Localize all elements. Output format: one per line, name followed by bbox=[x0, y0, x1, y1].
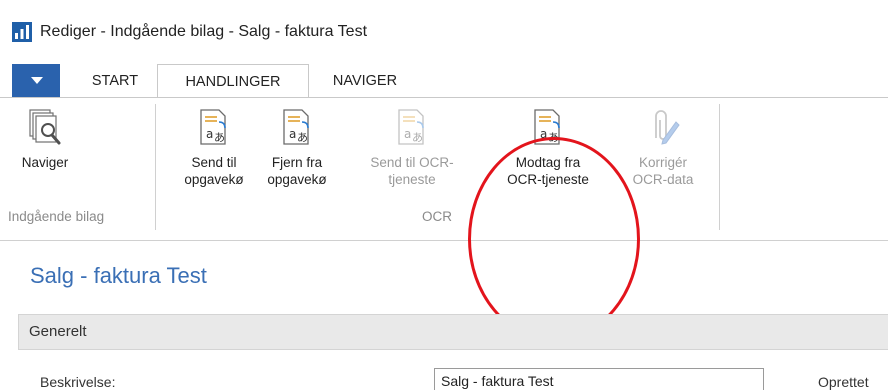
annotation-circle bbox=[468, 137, 640, 341]
document-search-icon bbox=[29, 109, 61, 145]
send-til-ocr-tjeneste-button[interactable]: a あ Send til OCR- tjeneste bbox=[364, 98, 460, 188]
svg-text:a: a bbox=[206, 127, 213, 141]
svg-text:a: a bbox=[289, 127, 296, 141]
send-til-ocr-tjeneste-label: Send til OCR- tjeneste bbox=[370, 155, 454, 187]
ribbon-tabbar: START HANDLINGER NAVIGER bbox=[0, 64, 888, 99]
tab-start[interactable]: START bbox=[82, 64, 148, 98]
svg-text:あ: あ bbox=[297, 131, 308, 144]
window-title: Rediger - Indgående bilag - Salg - faktu… bbox=[40, 23, 368, 40]
translate-document-icon: a あ bbox=[200, 109, 226, 145]
group-separator bbox=[155, 104, 156, 230]
translate-document-icon: a あ bbox=[398, 109, 424, 145]
svg-text:あ: あ bbox=[412, 131, 423, 144]
group-separator bbox=[719, 104, 720, 230]
ribbon: Naviger Indgående bilag a あ Send til opg… bbox=[0, 97, 888, 341]
tab-handlinger[interactable]: HANDLINGER bbox=[157, 64, 309, 99]
section-title: Generelt bbox=[29, 323, 87, 340]
window-titlebar: Rediger - Indgående bilag - Salg - faktu… bbox=[0, 0, 888, 52]
page-title: Salg - faktura Test bbox=[30, 263, 207, 288]
send-til-opgavekoe-button[interactable]: a あ Send til opgavekø bbox=[178, 98, 250, 188]
group-label-indgaaende-bilag: Indgående bilag bbox=[8, 209, 105, 224]
send-til-opgavekoe-label: Send til opgavekø bbox=[184, 155, 244, 187]
beskrivelse-label: Beskrivelse: bbox=[40, 374, 116, 390]
section-generelt[interactable]: Generelt bbox=[18, 314, 888, 350]
beskrivelse-input[interactable] bbox=[434, 368, 764, 390]
korriger-ocr-data-button[interactable]: Korrigér OCR-data bbox=[618, 98, 708, 188]
naviger-button[interactable]: Naviger bbox=[10, 98, 80, 171]
fjern-fra-opgavekoe-button[interactable]: a あ Fjern fra opgavekø bbox=[260, 98, 334, 188]
tab-naviger[interactable]: NAVIGER bbox=[320, 64, 410, 98]
fjern-fra-opgavekoe-label: Fjern fra opgavekø bbox=[267, 155, 327, 187]
nav-chart-icon bbox=[12, 22, 32, 42]
translate-document-icon: a あ bbox=[283, 109, 309, 145]
chevron-down-icon bbox=[31, 77, 43, 84]
group-label-ocr: OCR bbox=[422, 209, 452, 224]
paperclip-pencil-icon bbox=[655, 110, 680, 145]
svg-text:a: a bbox=[404, 127, 411, 141]
korriger-ocr-data-label: Korrigér OCR-data bbox=[632, 155, 694, 187]
naviger-button-label: Naviger bbox=[21, 155, 69, 170]
file-menu-button[interactable] bbox=[12, 64, 60, 97]
svg-text:あ: あ bbox=[214, 131, 225, 144]
oprettet-label: Oprettet bbox=[818, 374, 869, 390]
